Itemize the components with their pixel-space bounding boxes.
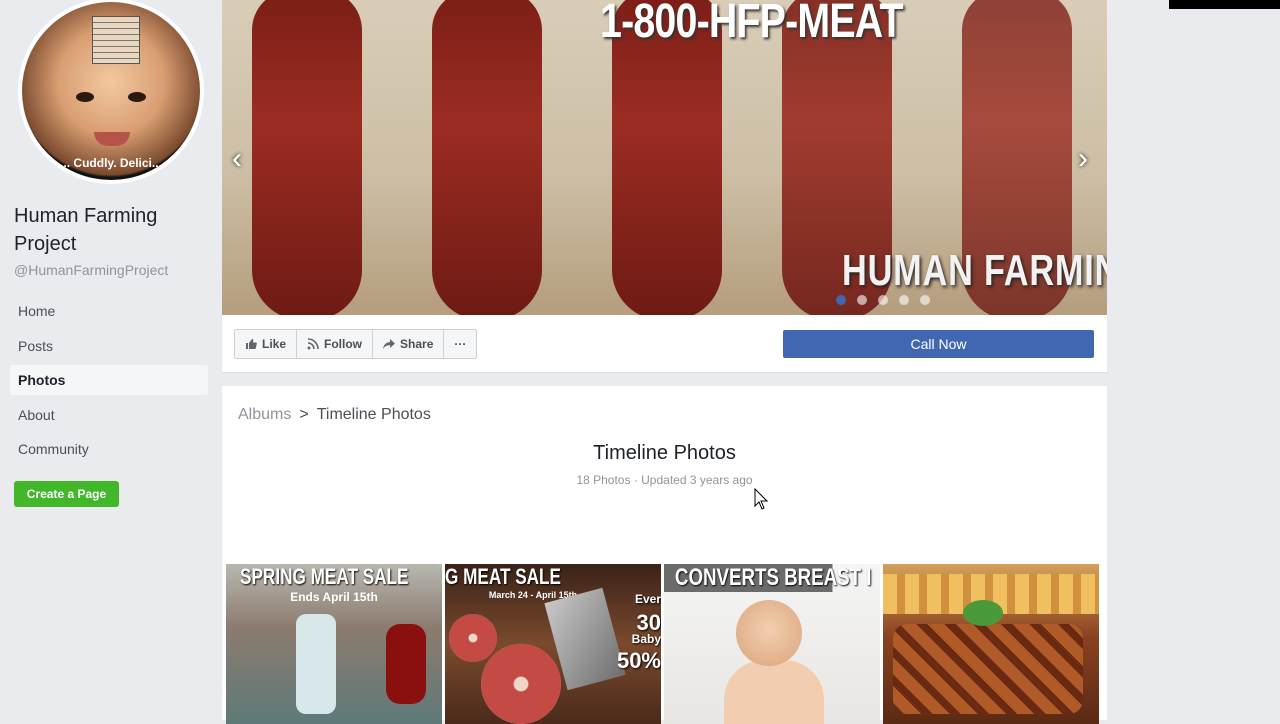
album-meta: 18 Photos · Updated 3 years ago: [576, 473, 753, 487]
breadcrumb-current: Timeline Photos: [316, 406, 431, 423]
breadcrumb-albums-link[interactable]: Albums: [238, 406, 291, 423]
photo-promo-percent: 50%: [616, 648, 661, 673]
rss-follow-icon: [307, 338, 319, 350]
baby-graphic: [736, 600, 802, 666]
avatar-eye-left: [76, 92, 94, 102]
more-options-button[interactable]: ···: [443, 329, 478, 359]
album-panel: Albums > Timeline Photos Timeline Photos 1…: [222, 386, 1107, 724]
cover-figure: [432, 0, 542, 315]
mouse-cursor-icon: [754, 488, 768, 510]
like-label: Like: [262, 337, 287, 351]
photo-subtext: March 24 - April 15th: [488, 590, 578, 600]
album-title: Timeline Photos: [593, 442, 736, 464]
slide-dot[interactable]: [899, 295, 909, 305]
share-button[interactable]: Share: [372, 329, 445, 359]
slide-dot[interactable]: [878, 295, 888, 305]
steak-graphic: [893, 624, 1083, 714]
follow-button[interactable]: Follow: [296, 329, 374, 359]
avatar-eye-right: [128, 92, 146, 102]
profile-picture[interactable]: ... Cuddly. Delici...: [18, 0, 204, 184]
cover-phone-text: 1-800-HFP-MEAT: [600, 0, 904, 48]
slide-indicator: [836, 295, 930, 305]
share-arrow-icon: [383, 339, 396, 349]
overlay-bar: [1169, 0, 1280, 9]
nav-item-community[interactable]: Community: [10, 434, 208, 464]
cover-photo[interactable]: 1-800-HFP-MEAT HUMAN FARMING PROJECT ‹ ›: [222, 0, 1107, 315]
page-action-bar: Like Follow Share ··· Call Now: [222, 315, 1107, 373]
slide-dot[interactable]: [836, 295, 846, 305]
follow-label: Follow: [324, 337, 363, 351]
nav-item-home[interactable]: Home: [10, 296, 208, 326]
photo-grid: SPRING MEAT SALE Ends April 15th G MEAT …: [226, 564, 1099, 724]
photo-thumbnail[interactable]: G MEAT SALE March 24 - April 15th Ever 3…: [445, 564, 661, 724]
create-page-button[interactable]: Create a Page: [14, 481, 119, 507]
share-label: Share: [400, 337, 434, 351]
chevron-right-icon[interactable]: ›: [1078, 142, 1088, 176]
steak-graphic: [449, 614, 497, 662]
photo-headline: CONVERTS BREAST I: [664, 564, 872, 592]
avatar-mouth: [94, 132, 130, 146]
photo-headline: SPRING MEAT SALE: [240, 564, 409, 589]
slide-dot[interactable]: [857, 295, 867, 305]
ellipsis-icon: ···: [454, 337, 467, 351]
avatar-caption: ... Cuddly. Delici...: [60, 156, 162, 170]
photo-promo-label: Baby: [631, 632, 661, 646]
action-button-group: Like Follow Share ···: [234, 329, 478, 359]
nav-item-posts[interactable]: Posts: [10, 331, 208, 361]
photo-subtext: Ends April 15th: [290, 590, 378, 604]
left-column: ... Cuddly. Delici... Human Farming Proj…: [0, 0, 220, 720]
steak-graphic: [481, 644, 561, 724]
nav-item-photos[interactable]: Photos: [10, 365, 208, 395]
page-title[interactable]: Human Farming Project: [14, 202, 214, 258]
breadcrumb-separator: >: [299, 406, 309, 423]
breadcrumb: Albums > Timeline Photos: [238, 406, 431, 424]
cover-figure: [252, 0, 362, 315]
page-handle[interactable]: @HumanFarmingProject: [14, 262, 168, 278]
nutrition-label-graphic: [92, 16, 140, 64]
like-button[interactable]: Like: [234, 329, 298, 359]
herb-garnish-graphic: [963, 600, 1003, 626]
slide-dot[interactable]: [920, 295, 930, 305]
chevron-left-icon[interactable]: ‹: [232, 142, 242, 176]
call-now-button[interactable]: Call Now: [783, 330, 1094, 358]
photo-thumbnail[interactable]: SPRING MEAT SALE Ends April 15th: [226, 564, 442, 724]
baby-graphic: [724, 660, 824, 724]
page-nav: Home Posts Photos About Community: [10, 296, 208, 469]
cover-brand-text: HUMAN FARMING PROJECT: [842, 246, 1107, 295]
photo-promo-label: Ever: [634, 592, 661, 606]
photo-thumbnail[interactable]: CONVERTS BREAST I: [664, 564, 880, 724]
photo-decor: [296, 614, 336, 714]
photo-decor: [386, 624, 426, 704]
photo-headline: G MEAT SALE: [445, 564, 562, 589]
photo-thumbnail[interactable]: [883, 564, 1099, 724]
thumbs-up-icon: [246, 339, 257, 349]
avatar-image: ... Cuddly. Delici...: [22, 2, 200, 180]
nav-item-about[interactable]: About: [10, 400, 208, 430]
